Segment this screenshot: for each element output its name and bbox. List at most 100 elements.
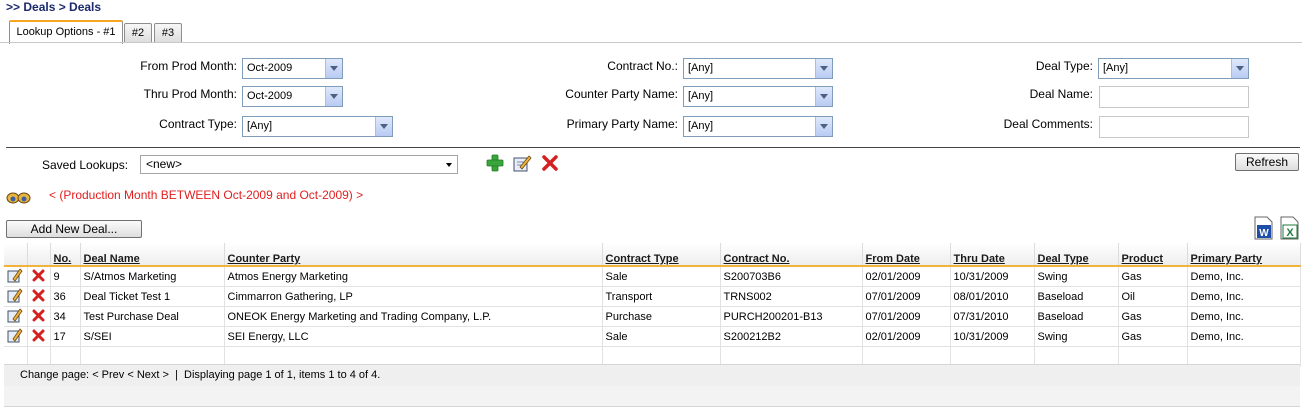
contract-no-value: [Any] [688, 62, 714, 74]
cell-no: 17 [50, 326, 81, 347]
cell-no: 9 [50, 266, 81, 287]
cell-contract-type: Transport [602, 286, 721, 307]
svg-text:W: W [1259, 228, 1269, 239]
chevron-down-icon[interactable] [1231, 59, 1248, 78]
row-delete-button[interactable] [27, 286, 51, 307]
filter-summary: < (Production Month BETWEEN Oct-2009 and… [49, 188, 364, 202]
column-header-thru-date[interactable]: Thru Date [950, 243, 1035, 267]
deal-type-label: Deal Type: [1035, 59, 1093, 73]
deal-name-input[interactable] [1099, 86, 1249, 108]
counter-party-name-select[interactable]: [Any] [683, 86, 833, 107]
delete-column-header [27, 243, 51, 267]
chevron-down-icon[interactable] [375, 117, 392, 136]
row-edit-button[interactable] [4, 266, 28, 287]
column-header-primary-party[interactable]: Primary Party [1187, 243, 1301, 267]
row-delete-button[interactable] [27, 306, 51, 327]
from-prod-month-label: From Prod Month: [140, 59, 237, 73]
table-row[interactable]: 9 S/Atmos Marketing Atmos Energy Marketing… [4, 266, 1301, 287]
cell-product: Gas [1118, 326, 1188, 347]
table-row[interactable]: 36 Deal Ticket Test 1 Cimmarron Gathering,… [4, 286, 1301, 307]
binoculars-icon [6, 192, 31, 204]
edit-icon [7, 328, 23, 343]
pager-next-link[interactable]: < Next > [127, 369, 169, 381]
cell-from-date: 02/01/2009 [862, 266, 951, 287]
cell-product: Gas [1118, 306, 1188, 327]
row-edit-button[interactable] [4, 326, 28, 347]
delete-icon [32, 289, 45, 301]
column-header-from-date[interactable]: From Date [862, 243, 951, 267]
thru-prod-month-select[interactable]: Oct-2009 [242, 86, 343, 107]
edit-icon [7, 288, 23, 303]
column-header-counter-party[interactable]: Counter Party [224, 243, 603, 267]
from-prod-month-select[interactable]: Oct-2009 [242, 58, 343, 79]
tab-3[interactable]: #3 [154, 23, 182, 43]
thru-prod-month-label: Thru Prod Month: [143, 87, 237, 101]
cell-no: 36 [50, 286, 81, 307]
pager-status: Displaying page 1 of 1, items 1 to 4 of … [184, 369, 381, 381]
cell-deal-name: Deal Ticket Test 1 [80, 286, 225, 307]
row-edit-button[interactable] [4, 306, 28, 327]
table-row[interactable]: 34 Test Purchase Deal ONEOK Energy Marketi… [4, 306, 1301, 327]
word-export-icon[interactable]: W [1252, 216, 1274, 240]
cell-primary-party: Demo, Inc. [1187, 266, 1301, 287]
chevron-down-icon[interactable] [815, 59, 832, 78]
tab-2[interactable]: #2 [124, 23, 152, 43]
column-header-contract-type[interactable]: Contract Type [602, 243, 721, 267]
cell-contract-no: PURCH200201-B13 [720, 306, 863, 327]
deals-grid: No. Deal Name Counter Party Contract Typ… [4, 243, 1301, 367]
svg-text:X: X [1286, 227, 1294, 239]
tab-divider [0, 42, 1302, 43]
deal-type-select[interactable]: [Any] [1098, 58, 1249, 79]
saved-lookups-select[interactable]: <new> [140, 155, 458, 174]
edit-icon [7, 308, 23, 323]
column-header-no[interactable]: No. [50, 243, 81, 267]
cell-contract-no: S200212B2 [720, 326, 863, 347]
delete-icon [32, 269, 45, 281]
contract-type-select[interactable]: [Any] [242, 116, 393, 137]
tab-lookup-options-1[interactable]: Lookup Options - #1 [9, 20, 123, 44]
primary-party-name-value: [Any] [688, 120, 714, 132]
cell-contract-no: S200703B6 [720, 266, 863, 287]
cell-deal-type: Baseload [1034, 306, 1119, 327]
deal-comments-input[interactable] [1099, 116, 1249, 138]
primary-party-name-select[interactable]: [Any] [683, 116, 833, 137]
counter-party-name-value: [Any] [688, 90, 714, 102]
add-new-deal-button[interactable]: Add New Deal... [6, 220, 142, 238]
cell-deal-type: Swing [1034, 326, 1119, 347]
row-delete-button[interactable] [27, 326, 51, 347]
chevron-down-icon[interactable] [815, 87, 832, 106]
cell-counter-party: SEI Energy, LLC [224, 326, 603, 347]
deal-type-value: [Any] [1103, 62, 1129, 74]
cell-from-date: 02/01/2009 [862, 326, 951, 347]
pager-prev-link[interactable]: < Prev [92, 369, 124, 381]
chevron-down-icon[interactable] [325, 59, 342, 78]
table-row[interactable]: 17 S/SEI SEI Energy, LLC Sale S200212B2 02/01… [4, 326, 1301, 347]
column-header-deal-type[interactable]: Deal Type [1034, 243, 1119, 267]
cell-deal-name: S/SEI [80, 326, 225, 347]
column-header-deal-name[interactable]: Deal Name [80, 243, 225, 267]
edit-icon [7, 268, 23, 283]
edit-column-header [4, 243, 28, 267]
cell-primary-party: Demo, Inc. [1187, 326, 1301, 347]
contract-no-label: Contract No.: [607, 59, 678, 73]
saved-lookups-value: <new> [146, 157, 183, 171]
from-prod-month-value: Oct-2009 [247, 62, 293, 74]
refresh-button[interactable]: Refresh [1235, 153, 1299, 171]
contract-no-select[interactable]: [Any] [683, 58, 833, 79]
cell-thru-date: 10/31/2009 [950, 266, 1035, 287]
delete-icon[interactable] [542, 155, 558, 171]
primary-party-name-label: Primary Party Name: [566, 117, 678, 131]
edit-icon[interactable] [512, 153, 532, 173]
column-header-product[interactable]: Product [1118, 243, 1188, 267]
row-delete-button[interactable] [27, 266, 51, 287]
cell-product: Oil [1118, 286, 1188, 307]
excel-export-icon[interactable]: X [1278, 216, 1300, 240]
add-icon[interactable] [486, 154, 504, 172]
cell-thru-date: 07/31/2010 [950, 306, 1035, 327]
cell-counter-party: ONEOK Energy Marketing and Trading Compa… [224, 306, 603, 327]
row-edit-button[interactable] [4, 286, 28, 307]
chevron-down-icon[interactable] [815, 117, 832, 136]
chevron-down-icon[interactable] [325, 87, 342, 106]
column-header-contract-no[interactable]: Contract No. [720, 243, 863, 267]
breadcrumb: >> Deals > Deals [6, 0, 102, 14]
